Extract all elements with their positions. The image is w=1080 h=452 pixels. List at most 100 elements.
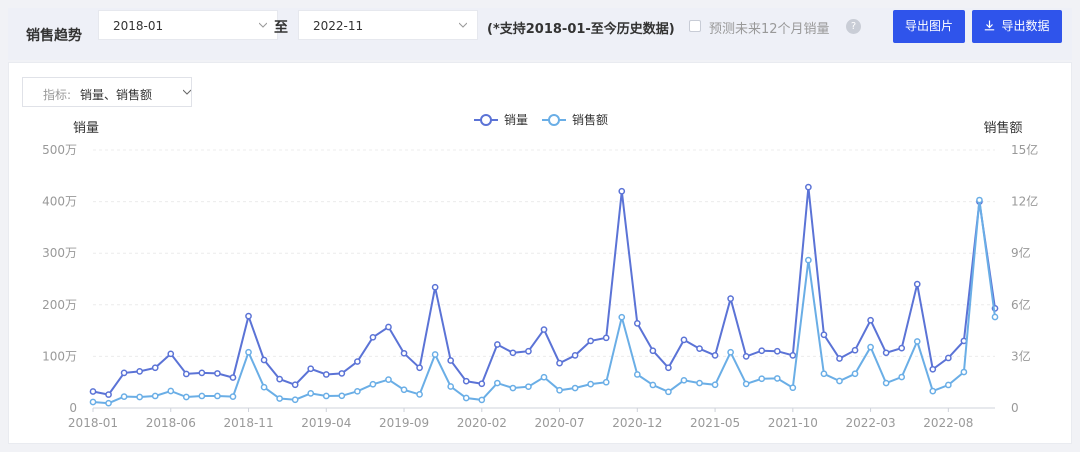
y-left-tick-label: 500万 (42, 143, 77, 157)
series-2-point (416, 391, 423, 398)
x-tick-label: 2020-12 (612, 416, 662, 430)
y-left-tick-label: 400万 (42, 195, 77, 209)
series-2-point (431, 351, 439, 358)
series-1-point (556, 359, 563, 367)
series-1-point (462, 377, 470, 385)
x-tick-label: 2021-10 (768, 416, 818, 430)
series-1-point (416, 364, 423, 372)
series-2-point (478, 396, 486, 404)
x-tick-label: 2022-03 (846, 416, 896, 430)
series-1-point (89, 388, 97, 395)
x-tick-label: 2018-11 (223, 416, 273, 430)
y-left-tick-label: 100万 (42, 349, 77, 363)
series-2-point (385, 376, 392, 383)
series-2-point (727, 348, 734, 356)
x-tick-label: 2019-09 (379, 416, 429, 430)
series-2-point (291, 396, 299, 404)
series-1-point (276, 375, 283, 383)
series-1-point (385, 323, 392, 331)
series-1-point (696, 345, 703, 353)
series-1-point (354, 358, 361, 365)
series-2-point (882, 379, 890, 387)
series-2-point (633, 371, 641, 378)
series-1-point (711, 352, 719, 359)
series-1-point (322, 371, 330, 378)
series-1-point (649, 347, 657, 355)
series-1-point (680, 336, 688, 344)
series-1-point (587, 337, 595, 345)
series-1-point (307, 365, 315, 373)
x-tick-label: 2021-05 (690, 416, 740, 430)
x-tick-label: 2018-01 (68, 416, 118, 430)
series-2-point (758, 375, 766, 383)
series-1-point (602, 334, 610, 342)
series-2-point (649, 381, 657, 389)
series-1-point (198, 369, 206, 377)
series-1-point (105, 391, 112, 398)
series-2-point (976, 196, 983, 204)
series-1-point (851, 346, 859, 354)
series-1-point (665, 364, 672, 372)
series-2-point (602, 378, 610, 386)
series-1-point (229, 374, 237, 381)
series-2-point (322, 392, 330, 400)
series-1-point (898, 344, 906, 352)
series-2-point (898, 373, 906, 381)
series-2-point (182, 393, 190, 401)
series-2-point (680, 376, 688, 384)
y-right-tick-label: 9亿 (1011, 245, 1031, 260)
series-2-point (462, 394, 470, 402)
series-2-point (198, 392, 206, 400)
series-1-point (633, 320, 641, 327)
series-1-point (773, 347, 781, 355)
sales-trend-chart: 0 100万 200万 300万 400万 500万 0 3亿 6亿 9亿 12亿 15亿 2018-0… (42, 112, 1038, 430)
series-2-point (167, 387, 175, 395)
series-1-point (338, 370, 346, 377)
legend-swatch-marker (480, 114, 492, 126)
series-2-point (587, 380, 595, 388)
y-right-axis-title: 销售额 (983, 120, 1022, 136)
series-1-point (493, 341, 501, 348)
legend-swatch-marker (548, 114, 560, 126)
series-1-point (882, 349, 890, 357)
series-1-point (400, 349, 408, 357)
series-2-point (307, 390, 315, 397)
series-1-point (944, 354, 952, 362)
series-1-point (789, 352, 797, 359)
series-2-point (525, 383, 532, 391)
series-2-point (742, 380, 750, 388)
series-1-point (836, 355, 843, 362)
series-1-point (867, 316, 874, 324)
series-2-point (929, 387, 937, 395)
series-1-point (509, 349, 517, 357)
series-2-point (354, 387, 361, 395)
series-2-point (944, 381, 952, 389)
series-2-point (151, 392, 159, 400)
series-2-point (851, 370, 859, 378)
series-2-point (447, 383, 455, 390)
series-2-point (120, 393, 128, 400)
series-1-point (913, 280, 921, 288)
series-1-point (447, 357, 455, 364)
series-1-point (291, 381, 299, 389)
series-1-point (571, 352, 579, 359)
series-2-point (338, 392, 346, 400)
series-2-point (509, 384, 517, 392)
x-tick-label: 2022-08 (923, 416, 973, 430)
series-2-point (960, 368, 968, 376)
series-2-point (229, 393, 237, 400)
y-right-tick-label: 15亿 (1011, 142, 1038, 157)
series-1-point (214, 370, 221, 377)
series-1-point (167, 350, 175, 358)
series-1-point (151, 364, 159, 372)
series-2-point (696, 379, 703, 387)
series-2-point (260, 383, 268, 391)
series-1-point (758, 347, 766, 355)
series-1-point (805, 183, 812, 191)
series-1-point (820, 331, 828, 339)
series-1-point (618, 187, 626, 195)
y-right-tick-label: 3亿 (1011, 348, 1031, 363)
y-right-tick-label: 0 (1011, 401, 1019, 415)
series-2-point (571, 384, 579, 392)
series-2-point (991, 313, 999, 321)
